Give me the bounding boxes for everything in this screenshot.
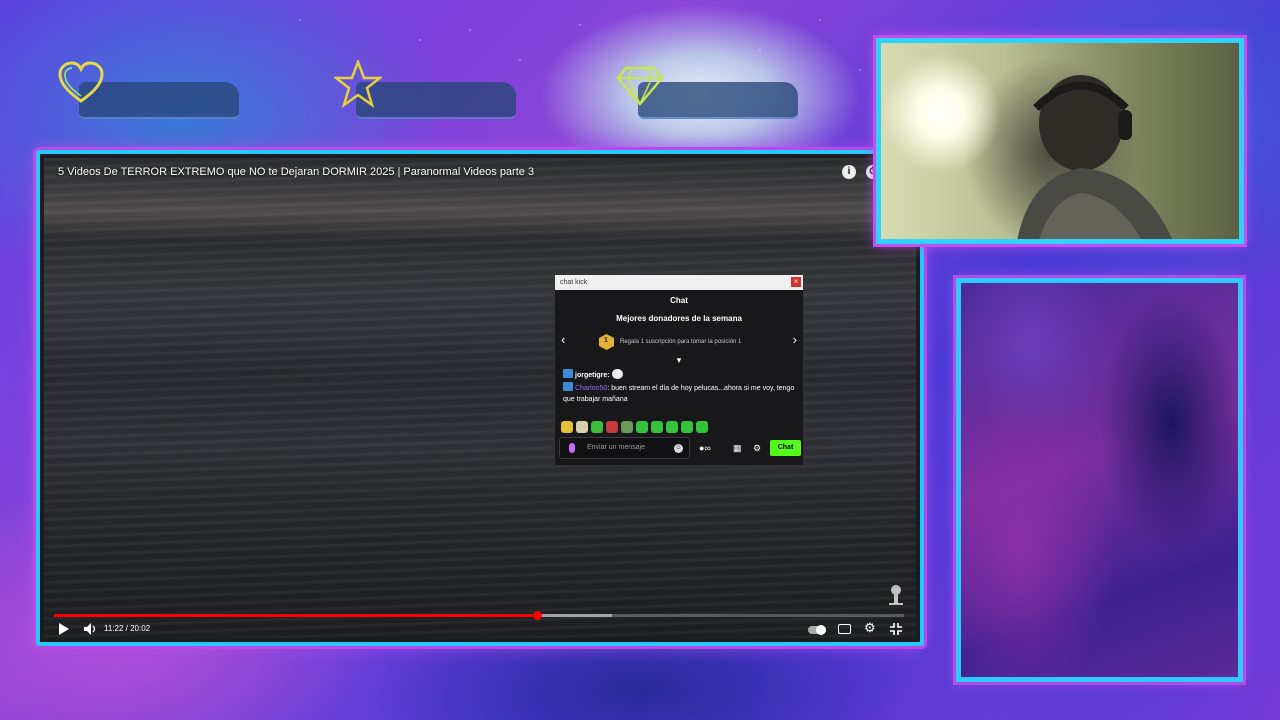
donor-prompt: Regala 1 suscripción para tomar la posic… [620, 339, 742, 345]
progress-bar[interactable] [54, 611, 904, 620]
info-icon[interactable]: i [842, 165, 856, 179]
autoplay-toggle[interactable] [808, 625, 826, 635]
emote-icon[interactable] [666, 421, 678, 433]
streamer-silhouette [1017, 75, 1173, 239]
chat-message: Charlon50: buen stream el día de hoy pel… [563, 382, 795, 405]
chat-messages: jorgetigre: Charlon50: buen stream el dí… [555, 365, 803, 405]
chat-window-title: chat kick [560, 279, 588, 286]
settings-icon[interactable]: ⚙ [864, 620, 876, 636]
microphone-icon[interactable] [569, 443, 575, 453]
subtitles-icon[interactable] [838, 624, 851, 634]
progress-played [54, 614, 537, 617]
top-donors-title: Mejores donadores de la semana [616, 314, 742, 323]
chat-message: jorgetigre: [563, 369, 795, 381]
store-icon[interactable]: ▦ [733, 443, 742, 454]
chat-header: Chat [670, 296, 688, 305]
emote-icon[interactable] [681, 421, 693, 433]
chat-message-input[interactable]: Enviar un mensaje ☺ [559, 437, 690, 459]
chat-window-titlebar[interactable]: chat kick × [555, 275, 803, 290]
kick-badge-icon [563, 369, 573, 378]
video-title[interactable]: 5 Videos De TERROR EXTREMO que NO te Dej… [58, 166, 534, 178]
users-icon[interactable]: ●∞ [699, 443, 711, 453]
chevron-left-icon[interactable]: ‹ [561, 332, 565, 347]
emote-icon [611, 369, 623, 379]
play-icon[interactable] [58, 623, 69, 635]
chevron-right-icon[interactable]: › [793, 332, 797, 347]
emote-icon[interactable] [576, 421, 588, 433]
chat-username[interactable]: jorgetigre: [575, 372, 610, 379]
webcam-feed [876, 38, 1244, 244]
emote-bar [561, 421, 708, 433]
emote-icon[interactable] [561, 421, 573, 433]
chat-send-button[interactable]: Chat [770, 440, 801, 456]
gear-icon[interactable]: ⚙ [753, 443, 761, 454]
volume-icon[interactable] [84, 623, 97, 635]
time-display: 11:22 / 20:02 [104, 624, 151, 633]
emote-icon[interactable] [606, 421, 618, 433]
channel-watermark-icon[interactable] [886, 584, 906, 606]
emote-icon[interactable] [591, 421, 603, 433]
chat-username[interactable]: Charlon50 [575, 385, 607, 392]
exit-fullscreen-icon[interactable] [890, 623, 902, 635]
close-icon[interactable]: × [791, 277, 801, 287]
top-donors-carousel: ‹ 1 Regala 1 suscripción para tomar la p… [555, 329, 803, 355]
star-icon [334, 60, 382, 108]
emoji-icon[interactable]: ☺ [674, 444, 683, 453]
emote-icon[interactable] [696, 421, 708, 433]
emote-icon[interactable] [651, 421, 663, 433]
emote-icon[interactable] [621, 421, 633, 433]
rank-number: 1 [604, 337, 608, 344]
pinned-toggle-icon[interactable]: ▾ [555, 355, 803, 365]
chat-popup-window[interactable]: chat kick × Chat Mejores donadores de la… [554, 274, 804, 466]
decorative-side-panel [956, 278, 1243, 682]
kick-badge-icon [563, 382, 573, 391]
player-controls: 11:22 / 20:02 ⚙ [44, 618, 916, 638]
chat-input-placeholder: Enviar un mensaje [587, 444, 645, 451]
heart-icon [58, 61, 104, 103]
diamond-icon [616, 66, 664, 106]
emote-icon[interactable] [636, 421, 648, 433]
